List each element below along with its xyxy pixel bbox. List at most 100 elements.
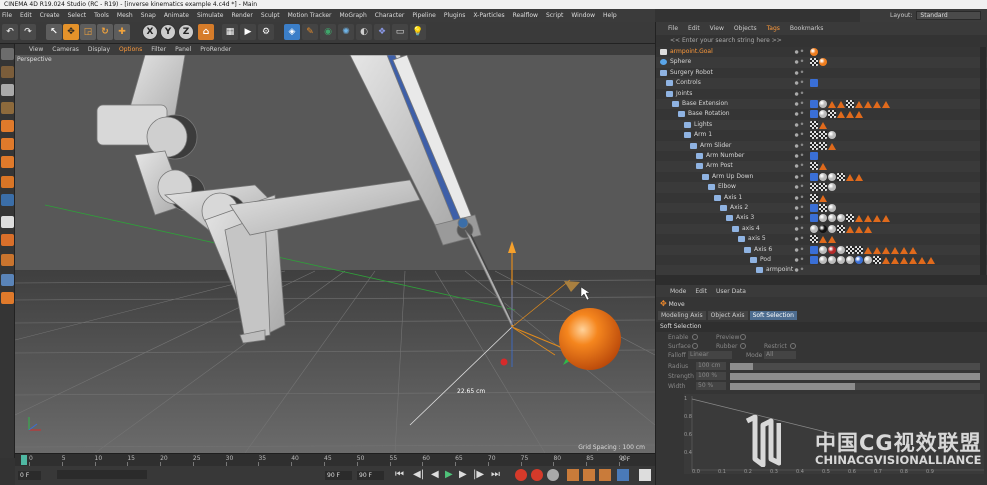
visibility-toggle-icon[interactable]	[793, 90, 805, 97]
3d-viewport[interactable]: Perspective 22.65 cm Grid Spacing : 100 …	[15, 55, 655, 453]
texture-tag-icon[interactable]	[810, 193, 818, 202]
material-tag-icon[interactable]	[810, 224, 818, 233]
ik-tag-icon[interactable]	[855, 215, 863, 223]
visibility-toggle-icon[interactable]	[793, 69, 805, 76]
tab-soft-selection[interactable]: Soft Selection	[749, 311, 797, 320]
record-icon[interactable]	[515, 469, 527, 481]
ik-tag-icon[interactable]	[855, 101, 863, 108]
visibility-toggle-icon[interactable]	[793, 236, 805, 243]
visibility-toggle-icon[interactable]	[793, 215, 805, 222]
subdivision-icon[interactable]: ◉	[320, 24, 336, 40]
strength-slider[interactable]	[730, 373, 980, 380]
autokey-icon[interactable]	[531, 469, 543, 481]
width-field[interactable]: 50 %	[696, 382, 726, 390]
light-icon[interactable]: 💡	[410, 24, 426, 40]
visibility-toggle-icon[interactable]	[793, 111, 805, 118]
keyframe-selection-icon[interactable]	[547, 469, 559, 481]
ik-tag-icon[interactable]	[828, 142, 836, 150]
playhead-marker[interactable]	[21, 455, 27, 465]
expression-tag-icon[interactable]	[810, 100, 818, 108]
axis-z-button[interactable]: Z	[178, 24, 194, 40]
object-row[interactable]: Pod	[656, 255, 987, 265]
material-tag-icon[interactable]	[828, 224, 836, 233]
object-row[interactable]: Base Extension	[656, 99, 987, 110]
redo-icon[interactable]: ↷	[20, 24, 36, 40]
visibility-toggle-icon[interactable]	[793, 194, 805, 201]
falloff-dropdown[interactable]: Linear	[688, 351, 732, 359]
am-menu-user-data[interactable]: User Data	[716, 288, 746, 295]
visibility-toggle-icon[interactable]	[793, 80, 805, 87]
ik-tag-icon[interactable]	[855, 173, 863, 181]
ik-tag-icon[interactable]	[927, 257, 935, 264]
solo-icon[interactable]	[1, 292, 14, 304]
object-row[interactable]: Base Rotation	[656, 109, 987, 119]
menu-realflow[interactable]: Realflow	[513, 12, 538, 19]
material-tag-icon[interactable]	[828, 245, 836, 254]
menu-select[interactable]: Select	[68, 12, 87, 19]
next-frame-icon[interactable]: ▶	[459, 469, 467, 480]
texture-tag-icon[interactable]	[873, 256, 881, 264]
expression-tag-icon[interactable]	[810, 245, 818, 254]
texture-tag-icon[interactable]	[819, 204, 827, 212]
view-menu-filter[interactable]: Filter	[151, 46, 166, 53]
texture-tag-icon[interactable]	[810, 235, 818, 244]
material-tag-icon[interactable]	[837, 214, 845, 223]
menu-x-particles[interactable]: X-Particles	[473, 12, 504, 19]
material-tag-icon[interactable]	[819, 100, 827, 108]
object-row[interactable]: Surgery Robot	[656, 68, 987, 78]
snap-icon[interactable]	[1, 216, 14, 228]
ik-tag-icon[interactable]	[891, 246, 899, 254]
visibility-toggle-icon[interactable]	[793, 59, 805, 66]
make-editable-icon[interactable]	[1, 48, 14, 60]
ik-tag-icon[interactable]	[882, 215, 890, 223]
texture-tag-icon[interactable]	[846, 100, 854, 108]
om-menu-edit[interactable]: Edit	[688, 25, 700, 32]
ik-tag-icon[interactable]	[864, 101, 872, 108]
menu-motion-tracker[interactable]: Motion Tracker	[288, 12, 332, 19]
object-row[interactable]: armpoint.Goal	[656, 47, 987, 57]
texture-tag-icon[interactable]	[846, 245, 854, 254]
ik-tag-icon[interactable]	[900, 246, 908, 254]
expression-tag-icon[interactable]	[810, 214, 818, 223]
visibility-toggle-icon[interactable]	[793, 101, 805, 107]
view-menu-options[interactable]: Options	[119, 46, 142, 53]
material-tag-icon[interactable]	[819, 172, 827, 181]
menu-mograph[interactable]: MoGraph	[340, 12, 367, 19]
ik-tag-icon[interactable]	[819, 236, 827, 244]
texture-tag-icon[interactable]	[810, 141, 818, 150]
texture-tag-icon[interactable]	[810, 120, 818, 129]
scale-tool-icon[interactable]: ◲	[80, 24, 96, 40]
object-row[interactable]: Controls	[656, 78, 987, 89]
next-keyframe-icon[interactable]: |▶	[473, 469, 484, 480]
radius-slider[interactable]	[730, 363, 980, 370]
view-menu-view[interactable]: View	[29, 46, 43, 53]
texture-tag-icon[interactable]	[810, 58, 818, 67]
om-menu-bookmarks[interactable]: Bookmarks	[790, 25, 824, 32]
live-selection-icon[interactable]: ↖	[46, 24, 62, 40]
material-tag-icon[interactable]	[864, 256, 872, 264]
object-row[interactable]: axis 4	[656, 223, 987, 235]
tweak-mode-icon[interactable]	[1, 194, 14, 206]
menu-tools[interactable]: Tools	[94, 12, 109, 19]
visibility-toggle-icon[interactable]	[793, 267, 805, 274]
rotation-key-icon[interactable]	[599, 469, 611, 481]
object-row[interactable]: Axis 1	[656, 193, 987, 203]
polygons-mode-icon[interactable]	[1, 156, 14, 168]
expression-tag-icon[interactable]	[810, 110, 818, 119]
frame-range-slider[interactable]	[57, 470, 147, 479]
material-tag-icon[interactable]	[828, 172, 836, 181]
scale-key-icon[interactable]	[583, 469, 595, 481]
ik-tag-icon[interactable]	[819, 121, 827, 129]
visibility-toggle-icon[interactable]	[793, 163, 805, 170]
render-view-icon[interactable]: ▦	[222, 24, 238, 40]
visibility-toggle-icon[interactable]	[793, 153, 805, 159]
menu-window[interactable]: Window	[571, 12, 595, 19]
ik-tag-icon[interactable]	[819, 194, 827, 202]
ik-tag-icon[interactable]	[864, 215, 872, 223]
go-to-end-icon[interactable]: ⏭	[491, 469, 500, 480]
surface-checkbox[interactable]	[692, 343, 698, 349]
material-tag-icon[interactable]	[828, 214, 836, 223]
om-menu-file[interactable]: File	[668, 25, 678, 32]
menu-character[interactable]: Character	[375, 12, 405, 19]
texture-tag-icon[interactable]	[837, 224, 845, 233]
